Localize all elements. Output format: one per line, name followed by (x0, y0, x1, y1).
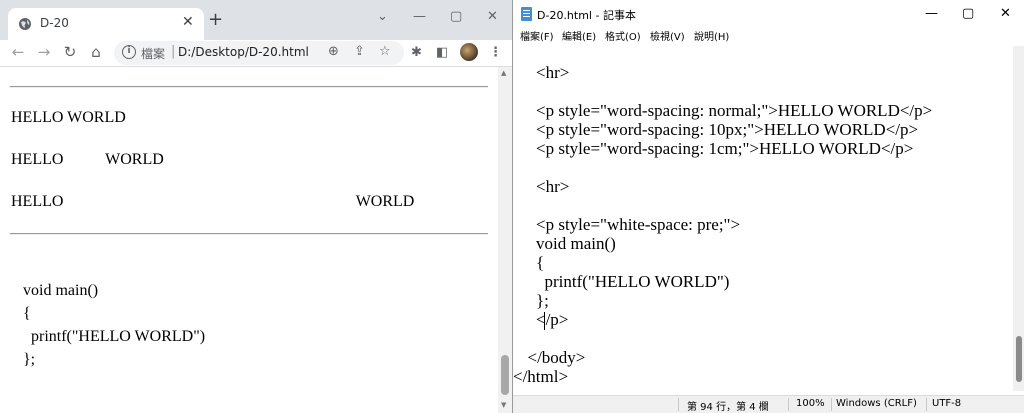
pre-line: void main() (11, 282, 99, 299)
code-line: { (519, 253, 545, 272)
tab-strip: D-20 ✕ + ⌄ — ▢ ✕ (0, 0, 512, 40)
browser-toolbar: ← → ↻ ⌂ i 檔案 | D:/Desktop/D-20.html ⊕ ⇪ … (0, 40, 512, 66)
notepad-text-area[interactable]: <hr> <p style="word-spacing: normal;">HE… (513, 46, 1013, 391)
text-caret (544, 312, 545, 330)
notepad-app-icon (521, 7, 532, 21)
info-icon[interactable]: i (122, 45, 136, 59)
home-icon[interactable]: ⌂ (86, 43, 106, 61)
line-ending: Windows (CRLF) (836, 398, 917, 409)
word-spacing-10px-paragraph: HELLO WORLD (11, 151, 164, 168)
menu-format[interactable]: 格式(O) (605, 28, 641, 43)
minimize-button[interactable]: — (925, 6, 938, 21)
maximize-button[interactable]: ▢ (450, 9, 462, 24)
tab-d20[interactable]: D-20 ✕ (8, 8, 204, 40)
notepad-statusbar: 第 94 行，第 4 欄 100% Windows (CRLF) UTF-8 (513, 395, 1024, 413)
tab-close-icon[interactable]: ✕ (182, 14, 194, 30)
word-spacing-normal-paragraph: HELLO WORLD (11, 109, 126, 126)
scroll-down-icon[interactable]: ▼ (501, 401, 506, 409)
page-scrollbar[interactable]: ▲ ▼ (498, 67, 512, 413)
pre-line: printf("HELLO WORLD") (11, 328, 206, 345)
new-tab-button[interactable]: + (208, 9, 223, 30)
code-line: <p style="word-spacing: 10px;">HELLO WOR… (519, 120, 919, 139)
globe-icon (19, 18, 31, 30)
code-line: printf("HELLO WORLD") (519, 272, 730, 291)
scroll-up-icon[interactable]: ▲ (501, 69, 506, 77)
scheme-label: 檔案 (141, 47, 166, 61)
code-line: <hr> (519, 63, 570, 82)
editor-scrollbar[interactable] (1013, 46, 1024, 391)
pre-line: { (11, 305, 31, 322)
maximize-button[interactable]: ▢ (962, 6, 974, 21)
horizontal-rule (10, 233, 488, 235)
notepad-window: D-20.html - 記事本 — ▢ ✕ 檔案(F) 編輯(E) 格式(O) … (512, 0, 1024, 413)
notepad-menubar: 檔案(F) 編輯(E) 格式(O) 檢視(V) 說明(H) (513, 28, 1024, 44)
share-icon[interactable]: ⇪ (354, 44, 365, 59)
status-divider (831, 398, 832, 411)
horizontal-rule (10, 86, 488, 88)
back-icon[interactable]: ← (8, 43, 28, 61)
code-line: <p style="word-spacing: 1cm;">HELLO WORL… (519, 139, 914, 158)
status-divider (926, 398, 927, 411)
menu-help[interactable]: 說明(H) (694, 28, 729, 43)
code-line: <p style="white-space: pre;"> (519, 215, 741, 234)
tab-title: D-20 (40, 16, 69, 30)
menu-edit[interactable]: 編輯(E) (562, 28, 596, 43)
address-bar[interactable]: i 檔案 | D:/Desktop/D-20.html ⊕ ⇪ ☆ (114, 41, 404, 65)
forward-icon[interactable]: → (34, 43, 54, 61)
url-separator: | (171, 44, 176, 59)
code-line: </body> (519, 348, 586, 367)
status-divider (788, 398, 789, 411)
kebab-menu-icon[interactable]: ⋮ (489, 45, 502, 60)
bookmark-star-icon[interactable]: ☆ (379, 44, 391, 59)
scrollbar-thumb[interactable] (1016, 336, 1022, 382)
close-button[interactable]: ✕ (1000, 6, 1011, 21)
zoom-level: 100% (796, 398, 825, 409)
word-spacing-1cm-paragraph: HELLO WORLD (11, 193, 415, 210)
encoding: UTF-8 (932, 398, 962, 409)
minimize-button[interactable]: — (413, 9, 426, 24)
menu-view[interactable]: 檢視(V) (650, 28, 685, 43)
reload-icon[interactable]: ↻ (60, 43, 80, 61)
status-divider (678, 398, 679, 411)
notepad-title: D-20.html - 記事本 (537, 9, 636, 22)
notepad-titlebar: D-20.html - 記事本 — ▢ ✕ (513, 0, 1024, 28)
extensions-icon[interactable]: ✱ (411, 45, 422, 60)
profile-avatar[interactable] (460, 43, 478, 61)
side-panel-icon[interactable]: ◧ (436, 45, 448, 60)
cursor-position: 第 94 行，第 4 欄 (687, 402, 769, 413)
close-button[interactable]: ✕ (487, 9, 498, 24)
browser-window: D-20 ✕ + ⌄ — ▢ ✕ ← → ↻ ⌂ i 檔案 | D:/Deskt… (0, 0, 512, 413)
code-line: }; (519, 291, 549, 310)
tab-search-icon[interactable]: ⌄ (377, 9, 388, 24)
zoom-icon[interactable]: ⊕ (328, 44, 339, 59)
code-line: <p style="word-spacing: normal;">HELLO W… (519, 101, 933, 120)
code-line: </html> (513, 367, 569, 386)
menu-file[interactable]: 檔案(F) (520, 28, 554, 43)
page-viewport: HELLO WORLD HELLO WORLD HELLO WORLD void… (0, 67, 498, 413)
url-text[interactable]: D:/Desktop/D-20.html (178, 45, 309, 59)
code-line: <hr> (519, 177, 570, 196)
pre-line: }; (11, 351, 36, 368)
scrollbar-thumb[interactable] (501, 355, 509, 395)
code-line: void main() (519, 234, 616, 253)
